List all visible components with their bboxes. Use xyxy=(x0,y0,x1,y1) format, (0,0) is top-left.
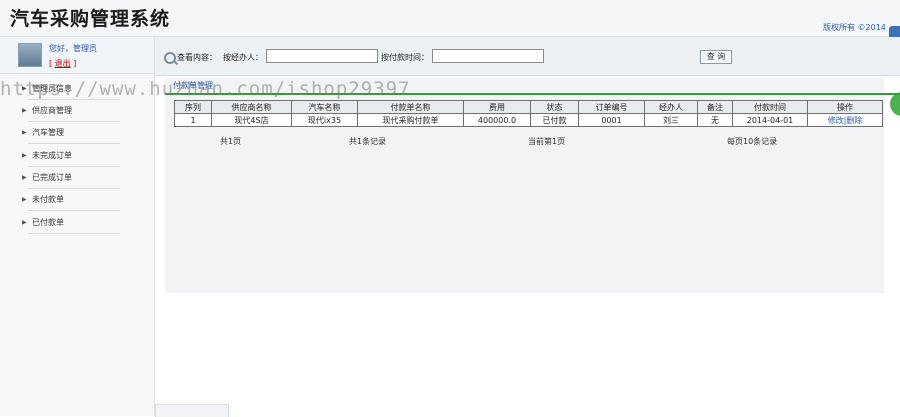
sidebar-item-completed-orders[interactable]: ▶ 已完成订单 xyxy=(0,170,154,190)
chevron-right-icon: ▶ xyxy=(22,196,27,203)
total-records: 共1条记录 xyxy=(349,137,387,146)
column-header: 序列 xyxy=(174,100,212,114)
sidebar-item-label: 供应商管理 xyxy=(32,106,72,115)
table-header-row: 序列 供应商名称 汽车名称 付款单名称 费用 状态 订单编号 经办人 备注 付款… xyxy=(174,100,883,114)
side-float-ball-icon[interactable] xyxy=(890,92,900,116)
sidebar-item-label: 已付款单 xyxy=(32,218,64,227)
payment-table: 序列 供应商名称 汽车名称 付款单名称 费用 状态 订单编号 经办人 备注 付款… xyxy=(174,100,883,127)
edit-link[interactable]: 修改 xyxy=(828,116,844,125)
current-page: 当前第1页 xyxy=(528,137,566,146)
operator-input[interactable] xyxy=(266,49,378,63)
sidebar-item-unpaid[interactable]: ▶ 未付款单 xyxy=(0,192,154,212)
sidebar-item-label: 未完成订单 xyxy=(32,151,72,160)
watermark-text: https://www.huzhan.com/ishop29397 xyxy=(0,78,411,100)
column-header: 付款时间 xyxy=(732,100,808,114)
table-cell: 2014-04-01 xyxy=(732,113,808,127)
column-header: 汽车名称 xyxy=(291,100,358,114)
column-header: 付款单名称 xyxy=(357,100,464,114)
table-cell: 已付款 xyxy=(530,113,579,127)
sidebar-item-paid[interactable]: ▶ 已付款单 xyxy=(0,215,154,235)
chevron-right-icon: ▶ xyxy=(22,107,27,114)
table-cell: 现代ix35 xyxy=(291,113,358,127)
table-cell: 刘三 xyxy=(644,113,698,127)
table-cell: 400000.0 xyxy=(463,113,531,127)
pagination: 共1页 共1条记录 当前第1页 每页10条记录 xyxy=(174,136,882,148)
chevron-right-icon: ▶ xyxy=(22,219,27,226)
operator-label: 按经办人： xyxy=(223,53,263,62)
search-section-label: 查看内容： xyxy=(177,53,217,62)
delete-link[interactable]: 删除 xyxy=(846,116,862,125)
table-cell: 1 xyxy=(174,113,212,127)
payment-time-input[interactable] xyxy=(432,49,544,63)
search-icon xyxy=(164,52,176,64)
table-row: 1 现代4S店 现代ix35 现代采购付款单 400000.0 已付款 0001… xyxy=(174,113,883,127)
sidebar-item-label: 汽车管理 xyxy=(32,128,64,137)
per-page: 每页10条记录 xyxy=(727,137,778,146)
action-cell: 修改|删除 xyxy=(807,113,883,127)
sidebar-item-cars[interactable]: ▶ 汽车管理 xyxy=(0,125,154,145)
sidebar-item-label: 未付款单 xyxy=(32,195,64,204)
search-bar: 查看内容： 按经办人： 按付款时间： 查 询 xyxy=(155,37,900,76)
sidebar-item-suppliers[interactable]: ▶ 供应商管理 xyxy=(0,103,154,123)
payment-time-label: 按付款时间： xyxy=(381,53,429,62)
column-header: 状态 xyxy=(530,100,579,114)
column-header: 订单编号 xyxy=(578,100,645,114)
search-button[interactable]: 查 询 xyxy=(700,50,732,64)
table-cell: 无 xyxy=(697,113,733,127)
app-title: 汽车采购管理系统 xyxy=(10,8,171,30)
bottom-tab[interactable] xyxy=(155,404,229,417)
table-cell: 现代采购付款单 xyxy=(357,113,464,127)
chevron-right-icon: ▶ xyxy=(22,129,27,136)
column-header: 备注 xyxy=(697,100,733,114)
column-header: 经办人 xyxy=(644,100,698,114)
content-panel: 付款单管理 序列 供应商名称 汽车名称 付款单名称 费用 状态 订单编号 经办人… xyxy=(165,78,900,293)
column-header: 供应商名称 xyxy=(211,100,292,114)
sidebar-item-label: 已完成订单 xyxy=(32,173,72,182)
total-pages: 共1页 xyxy=(220,137,242,146)
sidebar-item-pending-orders[interactable]: ▶ 未完成订单 xyxy=(0,148,154,168)
table-cell: 现代4S店 xyxy=(211,113,292,127)
chevron-right-icon: ▶ xyxy=(22,152,27,159)
chevron-right-icon: ▶ xyxy=(22,174,27,181)
user-box: 您好，管理员 [ 退出 ] xyxy=(0,37,154,74)
column-header: 操作 xyxy=(807,100,883,114)
avatar xyxy=(18,43,42,67)
column-header: 费用 xyxy=(463,100,531,114)
copyright-text: 版权所有 ©2014 xyxy=(823,23,886,32)
app-header: 汽车采购管理系统 版权所有 ©2014 xyxy=(0,0,900,37)
logout-link-wrapper: [ 退出 ] xyxy=(49,59,77,68)
table-cell: 0001 xyxy=(578,113,645,127)
user-greeting: 您好，管理员 xyxy=(49,44,97,53)
logout-link[interactable]: 退出 xyxy=(55,59,71,68)
